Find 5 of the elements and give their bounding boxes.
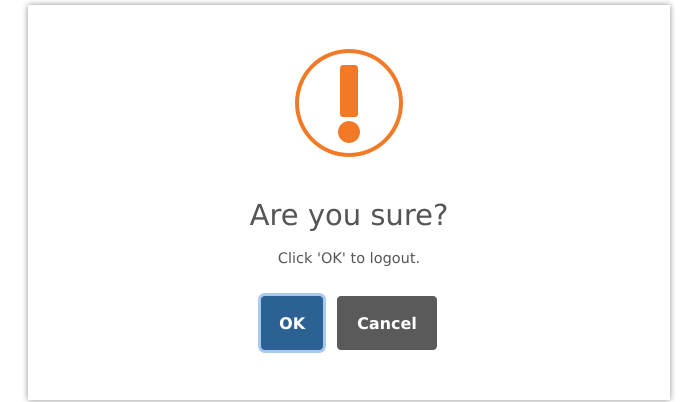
ok-button[interactable]: OK: [261, 296, 324, 350]
warning-icon: [293, 47, 405, 159]
dialog-message: Click 'OK' to logout.: [278, 250, 420, 269]
dialog-title: Are you sure?: [250, 197, 448, 234]
cancel-button[interactable]: Cancel: [337, 296, 437, 350]
